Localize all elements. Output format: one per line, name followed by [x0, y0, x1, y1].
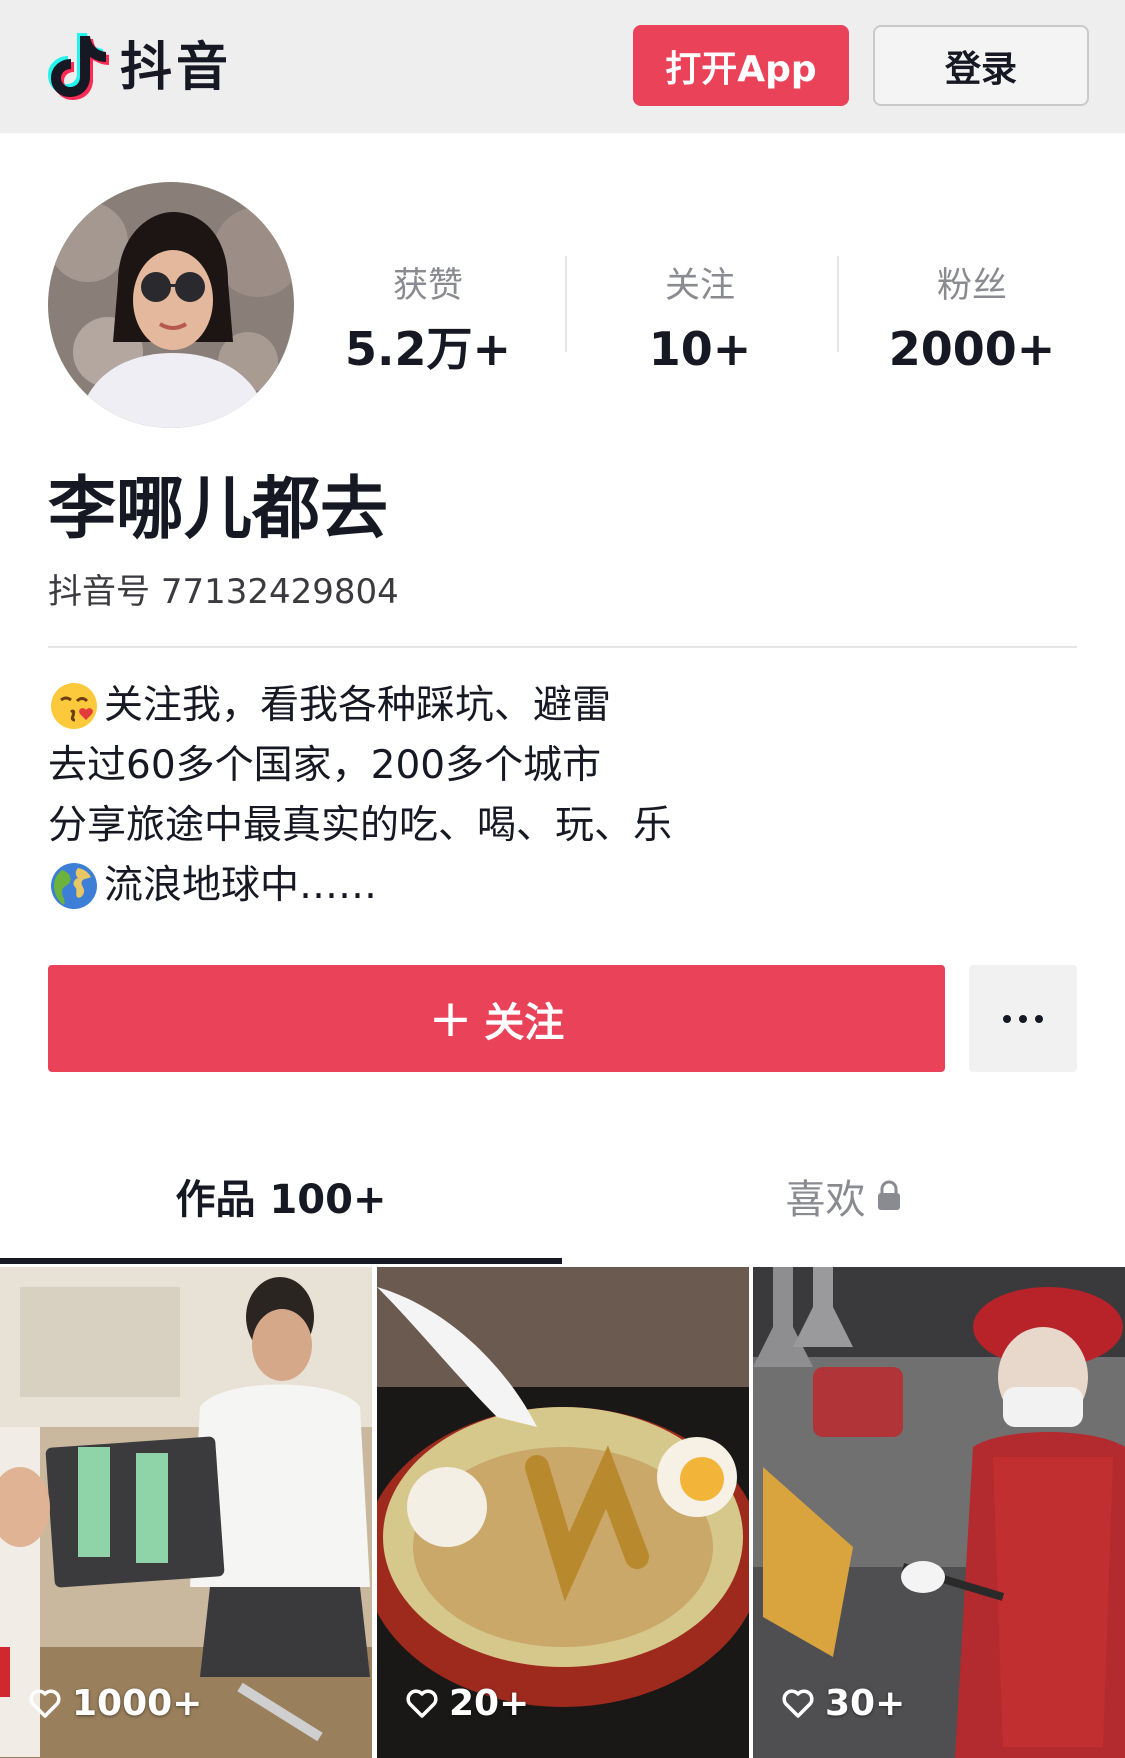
follow-label: 关注 [484, 999, 565, 1046]
stat-following-label: 关注 [664, 266, 735, 306]
nickname: 李哪儿都去 [48, 470, 389, 549]
plus-icon: + [428, 988, 473, 1049]
tab-likes-label: 喜欢 [785, 1177, 866, 1223]
avatar[interactable] [48, 182, 294, 428]
open-app-button[interactable]: 打开App [633, 25, 849, 106]
video-tile[interactable]: 20+ [377, 1267, 749, 1758]
tab-likes[interactable]: 喜欢 [562, 1160, 1125, 1232]
douyin-logo-icon[interactable] [36, 26, 116, 106]
more-dots-icon [1003, 1014, 1043, 1023]
tab-works[interactable]: 作品 100+ [0, 1160, 562, 1232]
stat-following[interactable]: 关注 10+ [590, 258, 810, 384]
stat-likes-label: 获赞 [392, 266, 463, 306]
tab-works-label: 作品 100+ [175, 1177, 387, 1223]
stat-followers-value: 2000+ [888, 322, 1056, 376]
heart-icon [406, 1688, 438, 1718]
kiss-face-icon [51, 683, 97, 729]
stat-likes-value: 5.2万+ [344, 322, 512, 376]
more-button[interactable] [969, 965, 1077, 1072]
video-like-count-text: 20+ [449, 1683, 530, 1724]
bio-line: 关注我，看我各种踩坑、避雷 [48, 676, 1077, 736]
video-tile[interactable]: 30+ [753, 1267, 1125, 1758]
stat-followers-label: 粉丝 [936, 266, 1007, 306]
stat-divider [837, 256, 839, 352]
top-bar: 抖音 打开App 登录 [0, 0, 1125, 133]
video-tile[interactable]: 1000+ [0, 1267, 372, 1758]
bio-line: 分享旅途中最真实的吃、喝、玩、乐 [48, 796, 1077, 856]
globe-icon [51, 863, 97, 909]
heart-icon [29, 1688, 61, 1718]
heart-icon [782, 1688, 814, 1718]
bio-text: 去过60多个国家，200多个城市 [48, 743, 602, 788]
bio-text: 流浪地球中…… [104, 863, 378, 908]
stat-likes: 获赞 5.2万+ [318, 258, 538, 384]
stat-divider [565, 256, 567, 352]
bio-text: 分享旅途中最真实的吃、喝、玩、乐 [48, 803, 673, 848]
tab-active-indicator [0, 1258, 562, 1264]
video-like-count: 30+ [781, 1683, 905, 1724]
app-name[interactable]: 抖音 [120, 36, 232, 100]
video-like-count: 20+ [405, 1683, 529, 1724]
video-like-count: 1000+ [28, 1683, 202, 1724]
video-like-count-text: 1000+ [72, 1683, 203, 1724]
bio-line: 流浪地球中…… [48, 856, 1077, 916]
bio: 关注我，看我各种踩坑、避雷 去过60多个国家，200多个城市 分享旅途中最真实的… [48, 676, 1077, 916]
bio-line: 去过60多个国家，200多个城市 [48, 736, 1077, 796]
stat-following-value: 10+ [648, 322, 752, 376]
stat-followers[interactable]: 粉丝 2000+ [862, 258, 1082, 384]
douyin-id-label: 抖音号 [48, 572, 150, 612]
login-button[interactable]: 登录 [873, 25, 1089, 106]
video-like-count-text: 30+ [825, 1683, 906, 1724]
bio-text: 关注我，看我各种踩坑、避雷 [104, 683, 612, 728]
douyin-id: 抖音号 77132429804 [48, 568, 399, 616]
follow-button[interactable]: + 关注 [48, 965, 945, 1072]
lock-icon [877, 1180, 900, 1210]
divider [48, 646, 1077, 648]
douyin-id-value: 77132429804 [160, 572, 399, 612]
avatar-image [48, 182, 294, 428]
